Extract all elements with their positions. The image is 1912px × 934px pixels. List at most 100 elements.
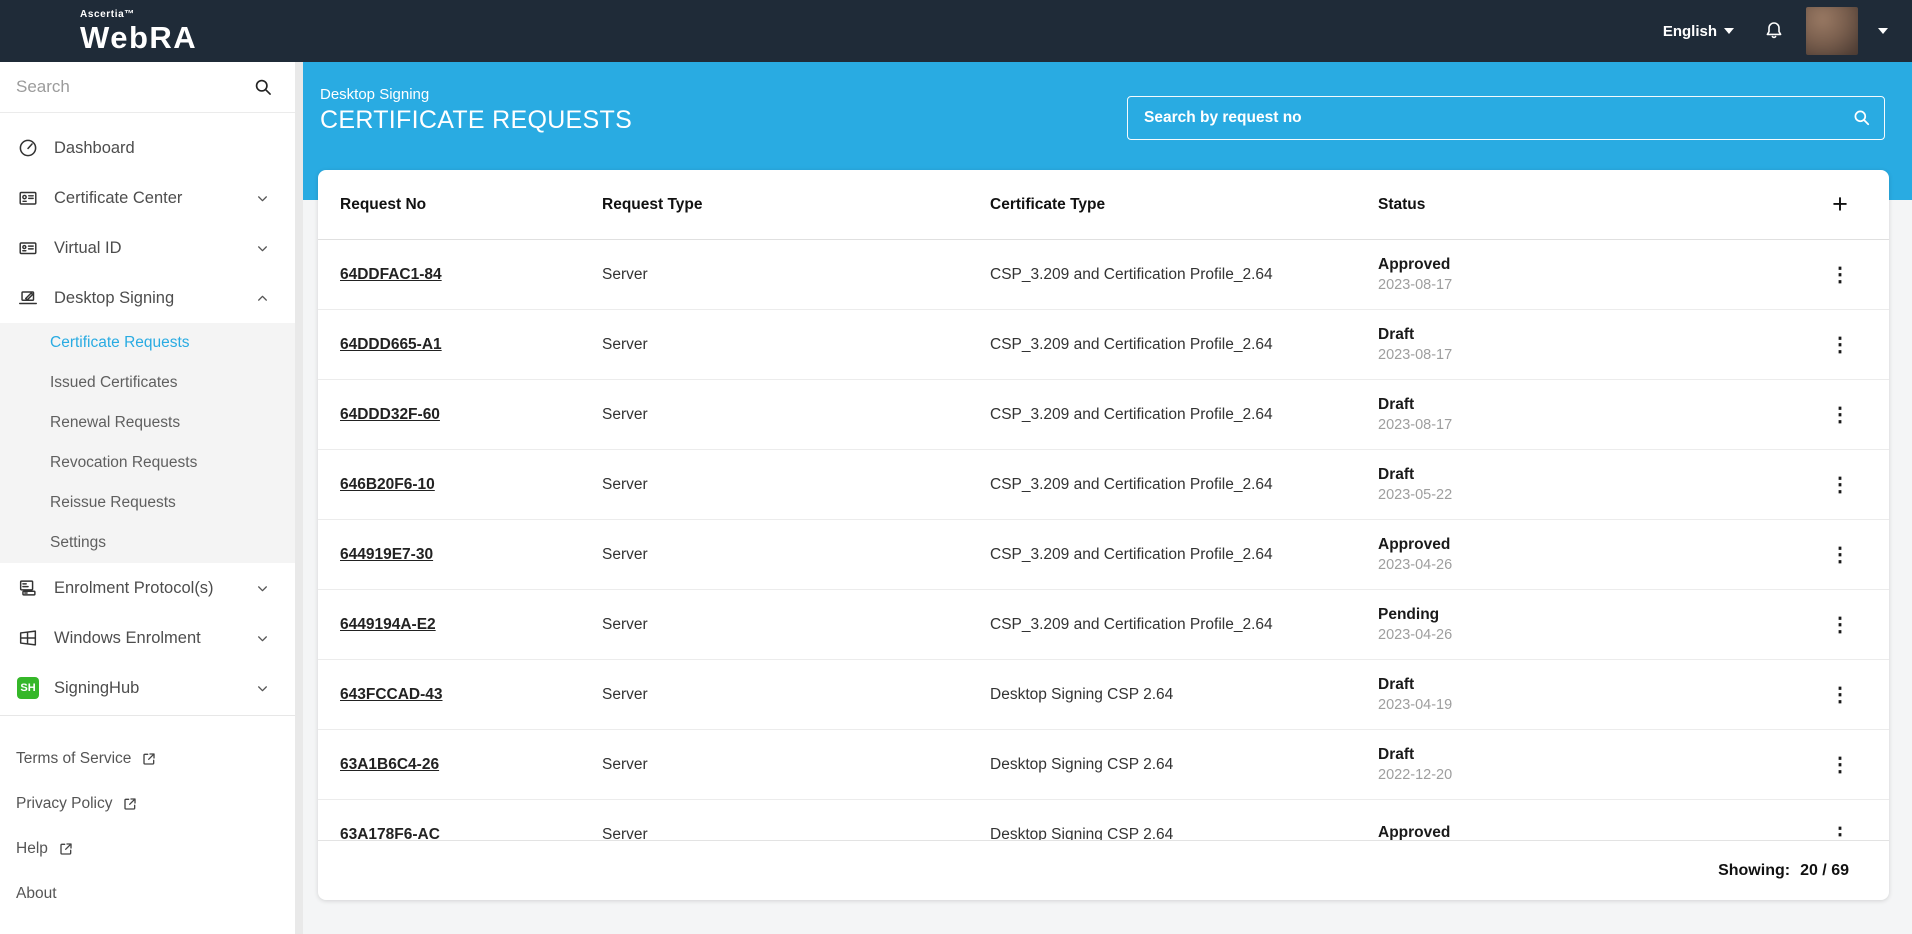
column-header-status: Status	[1378, 196, 1813, 214]
sidebar-subitem-reissue-requests[interactable]: Reissue Requests	[0, 483, 295, 523]
main-content: Desktop Signing CERTIFICATE REQUESTS Req…	[303, 62, 1912, 934]
certificate-type-cell: CSP_3.209 and Certification Profile_2.64	[990, 616, 1378, 634]
avatar[interactable]	[1806, 7, 1858, 55]
add-request-button[interactable]: +	[1813, 191, 1867, 218]
certificate-requests-table: Request No Request Type Certificate Type…	[318, 170, 1889, 900]
request-type-cell: Server	[602, 756, 990, 774]
signinghub-icon: SH	[16, 677, 40, 699]
sidebar-subitem-settings[interactable]: Settings	[0, 523, 295, 563]
sidebar-item-label: Dashboard	[54, 139, 269, 158]
sidebar-scrollbar[interactable]	[295, 62, 303, 934]
row-actions-button[interactable]: ⋮	[1813, 335, 1867, 355]
sidebar-item-dashboard[interactable]: Dashboard	[0, 123, 295, 173]
table-row: 63A1B6C4-26 Server Desktop Signing CSP 2…	[318, 730, 1889, 800]
table-row: 646B20F6-10 Server CSP_3.209 and Certifi…	[318, 450, 1889, 520]
status-date: 2023-08-17	[1378, 277, 1813, 293]
about-link[interactable]: About	[0, 871, 295, 916]
request-no-link[interactable]: 63A1B6C4-26	[340, 756, 439, 773]
status-badge: Draft	[1378, 676, 1813, 694]
user-menu-chevron-icon[interactable]	[1878, 28, 1888, 34]
row-actions-button[interactable]: ⋮	[1813, 615, 1867, 635]
status-badge: Approved	[1378, 824, 1813, 840]
sidebar-item-enrolment-protocols[interactable]: Enrolment Protocol(s)	[0, 563, 295, 613]
brand-webra: WebRA	[80, 20, 197, 55]
certificate-icon	[16, 187, 40, 209]
row-actions-button[interactable]: ⋮	[1813, 825, 1867, 841]
brand-ascertia: Ascertia™	[80, 10, 197, 20]
request-no-link[interactable]: 64DDD32F-60	[340, 406, 440, 423]
privacy-policy-link[interactable]: Privacy Policy	[0, 781, 295, 826]
status-badge: Draft	[1378, 396, 1813, 414]
sidebar-item-windows-enrolment[interactable]: Windows Enrolment	[0, 613, 295, 663]
certificate-type-cell: CSP_3.209 and Certification Profile_2.64	[990, 336, 1378, 354]
sidebar-divider	[0, 715, 295, 716]
request-no-link[interactable]: 64DDFAC1-84	[340, 266, 442, 283]
sidebar-subitem-revocation-requests[interactable]: Revocation Requests	[0, 443, 295, 483]
row-actions-button[interactable]: ⋮	[1813, 545, 1867, 565]
page-title: CERTIFICATE REQUESTS	[320, 106, 632, 135]
sidebar-item-signinghub[interactable]: SH SigningHub	[0, 663, 295, 713]
request-type-cell: Server	[602, 406, 990, 424]
notifications-button[interactable]	[1762, 19, 1786, 43]
row-actions-button[interactable]: ⋮	[1813, 475, 1867, 495]
language-selector[interactable]: English	[1663, 23, 1734, 40]
request-type-cell: Server	[602, 686, 990, 704]
status-date: 2023-04-19	[1378, 697, 1813, 713]
desktop-signing-icon	[16, 287, 40, 309]
table-body: 64DDFAC1-84 Server CSP_3.209 and Certifi…	[318, 240, 1889, 840]
table-row: 644919E7-30 Server CSP_3.209 and Certifi…	[318, 520, 1889, 590]
desktop-signing-submenu: Certificate Requests Issued Certificates…	[0, 323, 295, 563]
sidebar-item-label: SigningHub	[54, 679, 256, 698]
table-row: 643FCCAD-43 Server Desktop Signing CSP 2…	[318, 660, 1889, 730]
sidebar-subitem-certificate-requests[interactable]: Certificate Requests	[0, 323, 295, 363]
table-footer: Showing: 20 / 69	[318, 840, 1889, 900]
request-type-cell: Server	[602, 546, 990, 564]
help-link[interactable]: Help	[0, 826, 295, 871]
request-search-input[interactable]	[1127, 96, 1885, 140]
sidebar-subitem-issued-certificates[interactable]: Issued Certificates	[0, 363, 295, 403]
sidebar: Dashboard Certificate Center Virtual ID	[0, 62, 295, 934]
sidebar-item-label: Virtual ID	[54, 239, 256, 258]
language-label: English	[1663, 23, 1717, 40]
request-type-cell: Server	[602, 266, 990, 284]
request-no-link[interactable]: 644919E7-30	[340, 546, 433, 563]
request-no-link[interactable]: 63A178F6-AC	[340, 826, 440, 841]
request-type-cell: Server	[602, 826, 990, 841]
enrolment-protocol-icon	[16, 577, 40, 599]
column-header-certificate-type: Certificate Type	[990, 196, 1378, 214]
showing-label: Showing:	[1718, 862, 1790, 880]
sidebar-item-certificate-center[interactable]: Certificate Center	[0, 173, 295, 223]
request-no-link[interactable]: 64DDD665-A1	[340, 336, 442, 353]
sidebar-subitem-renewal-requests[interactable]: Renewal Requests	[0, 403, 295, 443]
request-no-link[interactable]: 643FCCAD-43	[340, 686, 443, 703]
terms-of-service-link[interactable]: Terms of Service	[0, 736, 295, 781]
row-actions-button[interactable]: ⋮	[1813, 265, 1867, 285]
breadcrumb: Desktop Signing	[320, 86, 632, 103]
dashboard-icon	[16, 137, 40, 159]
link-label: About	[16, 885, 57, 903]
search-icon[interactable]	[1852, 108, 1871, 127]
row-actions-button[interactable]: ⋮	[1813, 405, 1867, 425]
sidebar-item-label: Desktop Signing	[54, 289, 256, 308]
request-no-link[interactable]: 6449194A-E2	[340, 616, 436, 633]
table-row: 64DDD32F-60 Server CSP_3.209 and Certifi…	[318, 380, 1889, 450]
status-badge: Approved	[1378, 256, 1813, 274]
link-label: Privacy Policy	[16, 795, 112, 813]
sidebar-search-input[interactable]	[16, 77, 253, 97]
request-no-link[interactable]: 646B20F6-10	[340, 476, 435, 493]
sidebar-item-desktop-signing[interactable]: Desktop Signing	[0, 273, 295, 323]
sidebar-item-label: Windows Enrolment	[54, 629, 256, 648]
certificate-type-cell: Desktop Signing CSP 2.64	[990, 826, 1378, 841]
search-icon[interactable]	[253, 77, 273, 97]
sidebar-item-virtual-id[interactable]: Virtual ID	[0, 223, 295, 273]
row-actions-button[interactable]: ⋮	[1813, 755, 1867, 775]
app-logo: Ascertia™ WebRA	[80, 10, 197, 53]
request-type-cell: Server	[602, 336, 990, 354]
row-actions-button[interactable]: ⋮	[1813, 685, 1867, 705]
column-header-request-no: Request No	[340, 196, 602, 214]
link-label: Help	[16, 840, 48, 858]
status-date: 2023-08-17	[1378, 347, 1813, 363]
request-type-cell: Server	[602, 616, 990, 634]
chevron-down-icon	[256, 242, 269, 255]
certificate-type-cell: Desktop Signing CSP 2.64	[990, 686, 1378, 704]
